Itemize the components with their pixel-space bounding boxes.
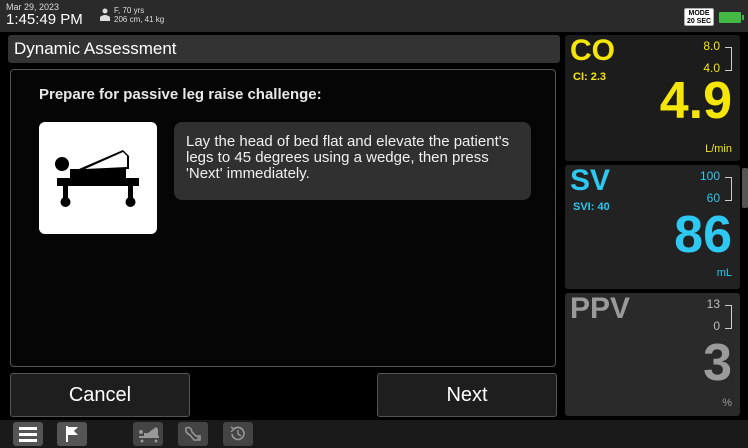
patient-icon xyxy=(100,8,110,21)
sv-high-target: 100 xyxy=(699,169,720,183)
patient-body-size: 206 cm, 41 kg xyxy=(114,15,165,24)
side-panel-handle[interactable] xyxy=(742,168,748,208)
ppv-target-bracket xyxy=(725,305,732,329)
mode-interval: 20 SEC xyxy=(686,18,712,25)
ppv-high-target: 13 xyxy=(706,297,720,311)
history-icon xyxy=(230,426,245,441)
instruction-text: Lay the head of bed flat and elevate the… xyxy=(186,133,510,182)
battery-icon xyxy=(719,12,744,23)
ppv-value: 3 xyxy=(703,334,732,392)
co-unit: L/min xyxy=(705,143,732,155)
instruction-heading: Prepare for passive leg raise challenge: xyxy=(39,86,322,103)
page-title: Dynamic Assessment xyxy=(14,39,177,58)
patient-demographics: F, 70 yrs xyxy=(114,6,145,15)
co-high-target: 8.0 xyxy=(703,39,720,53)
probe-icon xyxy=(185,426,201,441)
ppv-low-target: 0 xyxy=(713,319,720,333)
ci-value: CI: 2.3 xyxy=(573,71,607,83)
flag-button[interactable] xyxy=(57,422,87,446)
next-button[interactable]: Next xyxy=(377,373,557,417)
menu-button[interactable] xyxy=(13,422,43,446)
sv-low-target: 60 xyxy=(706,191,720,205)
bed-icon xyxy=(55,150,139,207)
patient-info[interactable]: F, 70 yrs 206 cm, 41 kg xyxy=(114,6,164,24)
status-bar: Mar 29, 2023 1:45:49 PM F, 70 yrs 206 cm… xyxy=(0,0,748,32)
flag-icon xyxy=(66,426,78,442)
sv-tile[interactable]: SV SVI: 40 100 60 86 mL xyxy=(565,165,740,289)
co-tile[interactable]: CO CI: 2.3 8.0 4.0 4.9 L/min xyxy=(565,35,740,161)
menu-icon xyxy=(19,427,37,442)
bed-illustration xyxy=(39,122,157,234)
ppv-tile[interactable]: PPV 13 0 3 % xyxy=(565,293,740,416)
ppv-label: PPV xyxy=(570,292,631,325)
instruction-box: Lay the head of bed flat and elevate the… xyxy=(174,122,531,200)
history-button[interactable] xyxy=(223,422,253,446)
panel-title-bar: Dynamic Assessment xyxy=(8,35,560,63)
mode-badge[interactable]: MODE 20 SEC xyxy=(684,8,714,26)
co-target-bracket xyxy=(725,47,732,71)
sv-unit: mL xyxy=(716,267,732,279)
time-text: 1:45:49 PM xyxy=(6,11,83,28)
cancel-button[interactable]: Cancel xyxy=(10,373,190,417)
probe-button[interactable] xyxy=(178,422,208,446)
svi-value: SVI: 40 xyxy=(573,201,610,213)
bottom-toolbar xyxy=(0,420,748,448)
co-label: CO xyxy=(570,34,615,67)
sv-value: 86 xyxy=(674,206,732,264)
bed-icon xyxy=(139,427,159,443)
bed-button[interactable] xyxy=(133,422,163,446)
sv-target-bracket xyxy=(725,177,732,201)
ppv-unit: % xyxy=(722,397,732,409)
sv-label: SV xyxy=(570,164,611,197)
mode-label: MODE xyxy=(688,10,710,17)
co-value: 4.9 xyxy=(659,72,732,130)
assessment-content: Prepare for passive leg raise challenge:… xyxy=(10,69,556,367)
